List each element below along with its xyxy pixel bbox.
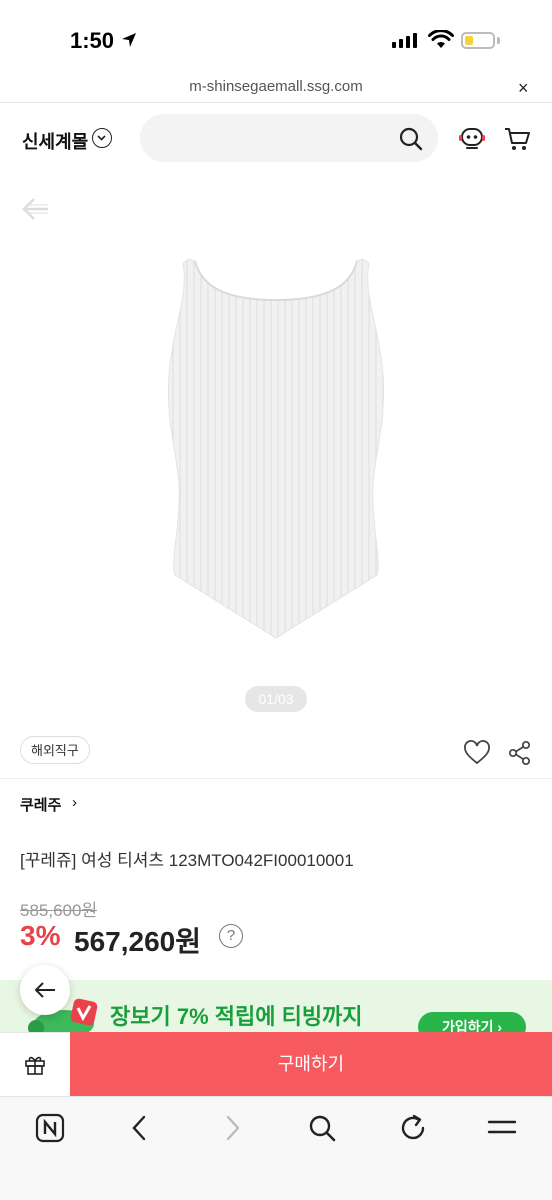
close-icon[interactable]: ×: [518, 78, 529, 99]
brand-link[interactable]: 쿠레주: [20, 794, 61, 815]
gift-button[interactable]: [0, 1032, 70, 1096]
search-icon[interactable]: [398, 126, 424, 152]
discount-rate: 3%: [20, 920, 61, 951]
product-image[interactable]: [165, 255, 387, 640]
wifi-icon: [428, 30, 454, 48]
divider: [0, 102, 552, 103]
sale-price: 567,260원: [74, 926, 201, 957]
share-icon[interactable]: [508, 740, 532, 766]
url-bar[interactable]: m-shinsegaemall.ssg.com: [0, 78, 552, 95]
naver-home-icon[interactable]: [35, 1113, 65, 1143]
promo-text: 장보기 7% 적립에 티빙까지: [110, 1004, 363, 1029]
overseas-direct-badge: 해외직구: [20, 736, 90, 764]
buy-button[interactable]: 구매하기: [70, 1032, 552, 1096]
product-title: [꾸레쥬] 여성 티셔츠 123MTO042FI00010001: [20, 851, 354, 870]
arrow-left-icon: [34, 982, 55, 998]
site-logo[interactable]: 신세계몰: [22, 128, 88, 154]
browser-forward-icon[interactable]: [220, 1113, 244, 1143]
cart-icon[interactable]: [502, 124, 532, 154]
menu-icon[interactable]: [486, 1113, 518, 1143]
browser-back-icon[interactable]: [128, 1113, 152, 1143]
help-icon[interactable]: ?: [219, 924, 243, 948]
chatbot-icon[interactable]: [457, 124, 487, 154]
page-indicator: 01/03: [245, 686, 307, 712]
heart-icon[interactable]: [463, 740, 491, 766]
browser-toolbar: [0, 1096, 552, 1200]
divider: [0, 778, 552, 779]
chevron-right-icon[interactable]: ›: [72, 794, 77, 811]
gift-icon: [25, 1056, 45, 1075]
search-input[interactable]: [140, 114, 438, 162]
location-arrow-icon: [122, 33, 136, 47]
back-button[interactable]: [20, 965, 70, 1015]
chevron-down-icon[interactable]: [92, 128, 112, 148]
cellular-signal-icon: [392, 33, 417, 48]
status-time: 1:50: [70, 28, 115, 53]
battery-tip: [497, 37, 500, 44]
gallery-prev-arrow-icon[interactable]: [20, 196, 50, 222]
battery-icon: [461, 32, 495, 49]
original-price: 585,600원: [20, 901, 98, 920]
reload-icon[interactable]: [398, 1113, 428, 1143]
browser-search-icon[interactable]: [307, 1113, 337, 1143]
